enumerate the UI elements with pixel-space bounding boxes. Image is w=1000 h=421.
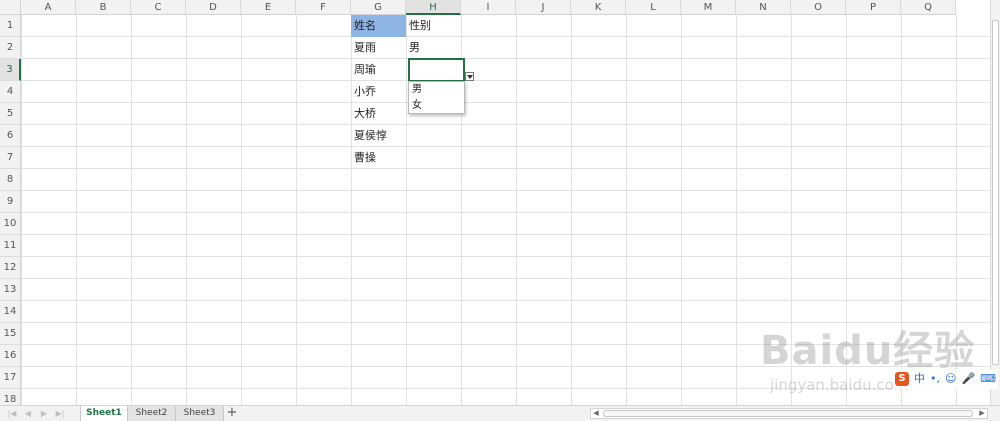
row-header-8[interactable]: 8 (0, 169, 21, 191)
horizontal-scrollbar[interactable]: ◀ ▶ (590, 408, 988, 419)
cell-h1[interactable]: 性别 (406, 15, 461, 37)
row-header-5[interactable]: 5 (0, 103, 21, 125)
column-header-j[interactable]: J (516, 0, 571, 15)
spreadsheet-grid: ABCDEFGHIJKLMNOPQ 1 2 3 4 5 6 7 8 9 10 11 12 13 14 15 1… (0, 0, 1000, 405)
cell-h2[interactable]: 男 (406, 37, 461, 59)
cell-g2[interactable]: 夏雨 (351, 37, 406, 59)
cell-g4[interactable]: 小乔 (351, 81, 406, 103)
column-header-d[interactable]: D (186, 0, 241, 15)
cell-g7[interactable]: 曹操 (351, 147, 406, 169)
column-header-g[interactable]: G (351, 0, 406, 15)
row-header-3[interactable]: 3 (0, 59, 21, 81)
sogou-logo-icon[interactable]: S (895, 372, 909, 386)
column-header-e[interactable]: E (241, 0, 296, 15)
cell-g1[interactable]: 姓名 (351, 15, 406, 37)
select-all-corner[interactable] (0, 0, 21, 15)
sheet-tab-bar: |◀ ◀ ▶ ▶| Sheet1 Sheet2 Sheet3 + ◀ ▶ (0, 405, 1000, 421)
first-sheet-arrow-icon[interactable]: |◀ (6, 408, 18, 420)
tab-sheet1[interactable]: Sheet1 (80, 406, 128, 421)
row-header-11[interactable]: 11 (0, 235, 21, 257)
row-header-17[interactable]: 17 (0, 367, 21, 389)
prev-sheet-arrow-icon[interactable]: ◀ (22, 408, 34, 420)
column-header-n[interactable]: N (736, 0, 791, 15)
dropdown-arrow-icon[interactable] (465, 72, 474, 81)
row-header-14[interactable]: 14 (0, 301, 21, 323)
active-cell-h3[interactable] (408, 58, 465, 82)
punctuation-icon[interactable]: •, (930, 372, 940, 386)
row-header-1[interactable]: 1 (0, 15, 21, 37)
tab-sheet3[interactable]: Sheet3 (176, 406, 224, 421)
vertical-scrollbar[interactable] (990, 0, 1000, 405)
row-header-7[interactable]: 7 (0, 147, 21, 169)
row-header-4[interactable]: 4 (0, 81, 21, 103)
ime-mode-toggle[interactable]: 中 (914, 372, 925, 386)
emoji-icon[interactable]: ☺ (945, 372, 956, 386)
column-header-l[interactable]: L (626, 0, 681, 15)
column-header-b[interactable]: B (76, 0, 131, 15)
row-header-16[interactable]: 16 (0, 345, 21, 367)
row-header-9[interactable]: 9 (0, 191, 21, 213)
row-header-15[interactable]: 15 (0, 323, 21, 345)
row-header-6[interactable]: 6 (0, 125, 21, 147)
tab-sheet2[interactable]: Sheet2 (128, 406, 176, 421)
column-header-f[interactable]: F (296, 0, 351, 15)
column-header-a[interactable]: A (21, 0, 76, 15)
last-sheet-arrow-icon[interactable]: ▶| (54, 408, 66, 420)
cell-g5[interactable]: 大桥 (351, 103, 406, 125)
scroll-right-icon[interactable]: ▶ (977, 409, 987, 418)
cell-grid[interactable] (21, 15, 1000, 405)
column-header-p[interactable]: P (846, 0, 901, 15)
ime-toolbar: S 中 •, ☺ 🎤 ⌨ (893, 369, 998, 389)
scroll-left-icon[interactable]: ◀ (591, 409, 601, 418)
column-header-c[interactable]: C (131, 0, 186, 15)
column-header-k[interactable]: K (571, 0, 626, 15)
column-header-o[interactable]: O (791, 0, 846, 15)
dropdown-option-male[interactable]: 男 (409, 82, 464, 98)
cell-g6[interactable]: 夏侯惇 (351, 125, 406, 147)
column-header-i[interactable]: I (461, 0, 516, 15)
microphone-icon[interactable]: 🎤 (961, 372, 975, 386)
cell-g3[interactable]: 周瑜 (351, 59, 406, 81)
row-header-10[interactable]: 10 (0, 213, 21, 235)
row-header-13[interactable]: 13 (0, 279, 21, 301)
column-header-m[interactable]: M (681, 0, 736, 15)
column-header-h[interactable]: H (406, 0, 461, 15)
vertical-scroll-thumb[interactable] (992, 20, 999, 365)
row-header-12[interactable]: 12 (0, 257, 21, 279)
column-header-q[interactable]: Q (901, 0, 956, 15)
horizontal-scroll-thumb[interactable] (603, 410, 973, 417)
add-sheet-button[interactable]: + (226, 406, 238, 421)
validation-dropdown-list: 男 女 (408, 81, 465, 114)
dropdown-option-female[interactable]: 女 (409, 98, 464, 114)
row-header-2[interactable]: 2 (0, 37, 21, 59)
next-sheet-arrow-icon[interactable]: ▶ (38, 408, 50, 420)
row-header-18[interactable]: 18 (0, 389, 21, 405)
keyboard-icon[interactable]: ⌨ (980, 372, 996, 386)
